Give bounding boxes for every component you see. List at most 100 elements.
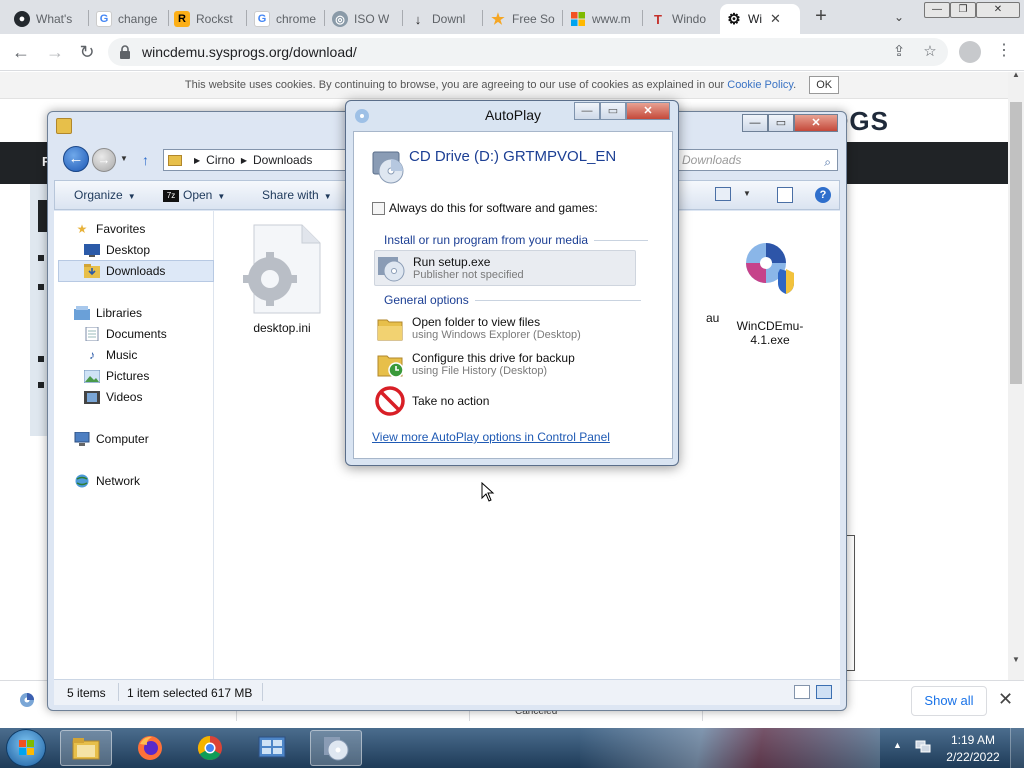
reload-icon[interactable]: ↻ xyxy=(76,42,98,64)
search-icon[interactable]: ⌕ xyxy=(824,152,831,172)
nav-desktop[interactable]: Desktop xyxy=(84,240,150,260)
autoplay-control-panel-link[interactable]: View more AutoPlay options in Control Pa… xyxy=(372,430,610,444)
tab-wincdemu-active[interactable]: ⚙ Wi ✕ xyxy=(720,4,800,34)
tab-rockstar[interactable]: R Rockst xyxy=(168,4,246,34)
taskbar-explorer[interactable] xyxy=(60,730,112,766)
recent-pages-icon[interactable]: ▼ xyxy=(120,154,128,163)
cookie-ok-button[interactable]: OK xyxy=(809,76,840,94)
nav-downloads[interactable]: Downloads xyxy=(84,261,165,281)
share-icon[interactable]: ⇪ xyxy=(889,42,909,60)
take-no-action-option[interactable]: Take no action xyxy=(374,383,636,419)
tab-microsoft[interactable]: www.m xyxy=(564,4,642,34)
tab-windows[interactable]: T Windo xyxy=(644,4,720,34)
taskbar-firefox[interactable] xyxy=(124,730,176,766)
open-folder-option[interactable]: Open folder to view files using Windows … xyxy=(374,310,636,346)
nav-computer[interactable]: Computer xyxy=(74,429,149,449)
help-icon[interactable]: ? xyxy=(815,187,831,203)
nav-libraries[interactable]: Libraries xyxy=(74,303,142,323)
clock-time[interactable]: 1:19 AM xyxy=(944,733,1002,747)
chevron-down-icon[interactable]: ▼ xyxy=(743,189,751,198)
large-icons-view-icon[interactable] xyxy=(816,685,832,699)
list-bullet xyxy=(38,356,44,362)
file-desktop-ini[interactable]: desktop.ini xyxy=(234,221,330,335)
explorer-search-input[interactable]: Downloads ⌕ xyxy=(678,149,838,171)
back-arrow-icon[interactable]: ← xyxy=(10,42,32,64)
close-window-button[interactable]: ✕ xyxy=(976,2,1020,18)
show-desktop-button[interactable] xyxy=(1010,728,1024,768)
configure-backup-option[interactable]: Configure this drive for backup using Fi… xyxy=(374,346,636,382)
breadcrumb-arrow-icon: ▶ xyxy=(194,155,201,165)
explorer-close-button[interactable]: ✕ xyxy=(794,114,838,132)
wincdemu-installer-icon xyxy=(722,219,818,315)
scroll-up-icon[interactable]: ▲ xyxy=(1008,72,1024,79)
item-count: 5 items xyxy=(67,686,106,700)
tab-chrome[interactable]: G chrome xyxy=(248,4,324,34)
start-button[interactable] xyxy=(6,729,46,767)
tab-close-icon[interactable]: ✕ xyxy=(770,11,781,27)
open-button[interactable]: 7z Open ▼ xyxy=(163,188,225,202)
taskbar-control-panel[interactable] xyxy=(246,730,298,766)
address-bar[interactable]: wincdemu.sysprogs.org/download/ xyxy=(108,38,948,66)
file-wincdemu[interactable]: WinCDEmu-4.1.exe xyxy=(722,219,818,347)
maximize-button[interactable]: ❐ xyxy=(950,2,976,18)
videos-icon xyxy=(84,390,100,404)
run-setup-option[interactable]: Run setup.exe Publisher not specified xyxy=(374,250,636,286)
show-all-button[interactable]: Show all xyxy=(911,686,987,716)
breadcrumb-arrow-icon: ▶ xyxy=(240,155,247,165)
autoplay-body: CD Drive (D:) GRTMPVOL_EN Always do this… xyxy=(353,131,673,459)
taskbar-chrome[interactable] xyxy=(184,730,236,766)
breadcrumb-segment[interactable]: Downloads xyxy=(253,153,312,167)
clock-date[interactable]: 2/22/2022 xyxy=(944,750,1002,764)
autoplay-disc-icon xyxy=(324,737,349,761)
autoplay-minimize-button[interactable]: — xyxy=(574,102,600,120)
nav-pictures[interactable]: Pictures xyxy=(84,366,149,386)
nav-network[interactable]: Network xyxy=(74,471,140,491)
tray-overflow-icon[interactable]: ▲ xyxy=(893,740,902,750)
share-with-button[interactable]: Share with ▼ xyxy=(262,188,332,202)
always-do-this-label[interactable]: Always do this for software and games: xyxy=(389,201,598,215)
nav-label: Favorites xyxy=(96,222,146,236)
profile-avatar-icon[interactable] xyxy=(959,41,981,63)
autoplay-close-button[interactable]: ✕ xyxy=(626,102,670,120)
network-tray-icon[interactable] xyxy=(915,740,931,754)
tab-search-icon[interactable]: ⌄ xyxy=(888,6,910,28)
nav-music[interactable]: ♪ Music xyxy=(84,345,137,365)
open-folder-subtitle: using Windows Explorer (Desktop) xyxy=(412,329,581,341)
details-view-icon[interactable] xyxy=(794,685,810,699)
change-view-icon[interactable] xyxy=(715,187,731,201)
nav-videos[interactable]: Videos xyxy=(84,387,142,407)
rockstar-icon: R xyxy=(174,11,190,27)
new-tab-button[interactable]: + xyxy=(810,6,832,28)
always-do-this-checkbox[interactable] xyxy=(372,202,385,215)
configure-backup-title: Configure this drive for backup xyxy=(412,351,575,365)
tab-iso[interactable]: ◎ ISO W xyxy=(326,4,402,34)
scroll-down-icon[interactable]: ▼ xyxy=(1008,655,1024,664)
close-shelf-icon[interactable]: ✕ xyxy=(998,689,1013,710)
chrome-menu-icon[interactable]: ⋮ xyxy=(996,40,1012,60)
breadcrumb-segment[interactable]: Cirno xyxy=(206,153,235,167)
tab-change[interactable]: G change xyxy=(90,4,168,34)
preview-pane-icon[interactable] xyxy=(777,187,793,203)
bookmark-star-icon[interactable]: ☆ xyxy=(920,42,940,60)
cookie-policy-link[interactable]: Cookie Policy xyxy=(727,79,793,91)
nav-favorites[interactable]: ★ Favorites xyxy=(74,219,146,239)
organize-button[interactable]: Organize ▼ xyxy=(74,188,136,202)
explorer-minimize-button[interactable]: — xyxy=(742,114,768,132)
up-folder-icon[interactable]: ↑ xyxy=(142,152,149,168)
forward-arrow-icon[interactable]: → xyxy=(44,42,66,64)
forward-arrow-icon[interactable]: → xyxy=(92,148,116,172)
list-bullet xyxy=(38,284,44,290)
back-arrow-icon[interactable]: ← xyxy=(63,146,89,172)
autoplay-maximize-button[interactable]: ▭ xyxy=(600,102,626,120)
page-scrollbar-thumb[interactable] xyxy=(1010,102,1022,384)
taskbar-autoplay[interactable] xyxy=(310,730,362,766)
nav-documents[interactable]: Documents xyxy=(84,324,167,344)
tab-title: Free So xyxy=(512,12,555,26)
tab-free-software[interactable]: ★ Free So xyxy=(484,4,562,34)
wincdemu-download-icon[interactable] xyxy=(18,691,36,709)
explorer-window-controls: — ▭ ✕ xyxy=(742,114,838,132)
minimize-button[interactable]: — xyxy=(924,2,950,18)
tab-download[interactable]: ↓ Downl xyxy=(404,4,482,34)
tab-whats[interactable]: ● What's xyxy=(8,4,86,34)
explorer-maximize-button[interactable]: ▭ xyxy=(768,114,794,132)
